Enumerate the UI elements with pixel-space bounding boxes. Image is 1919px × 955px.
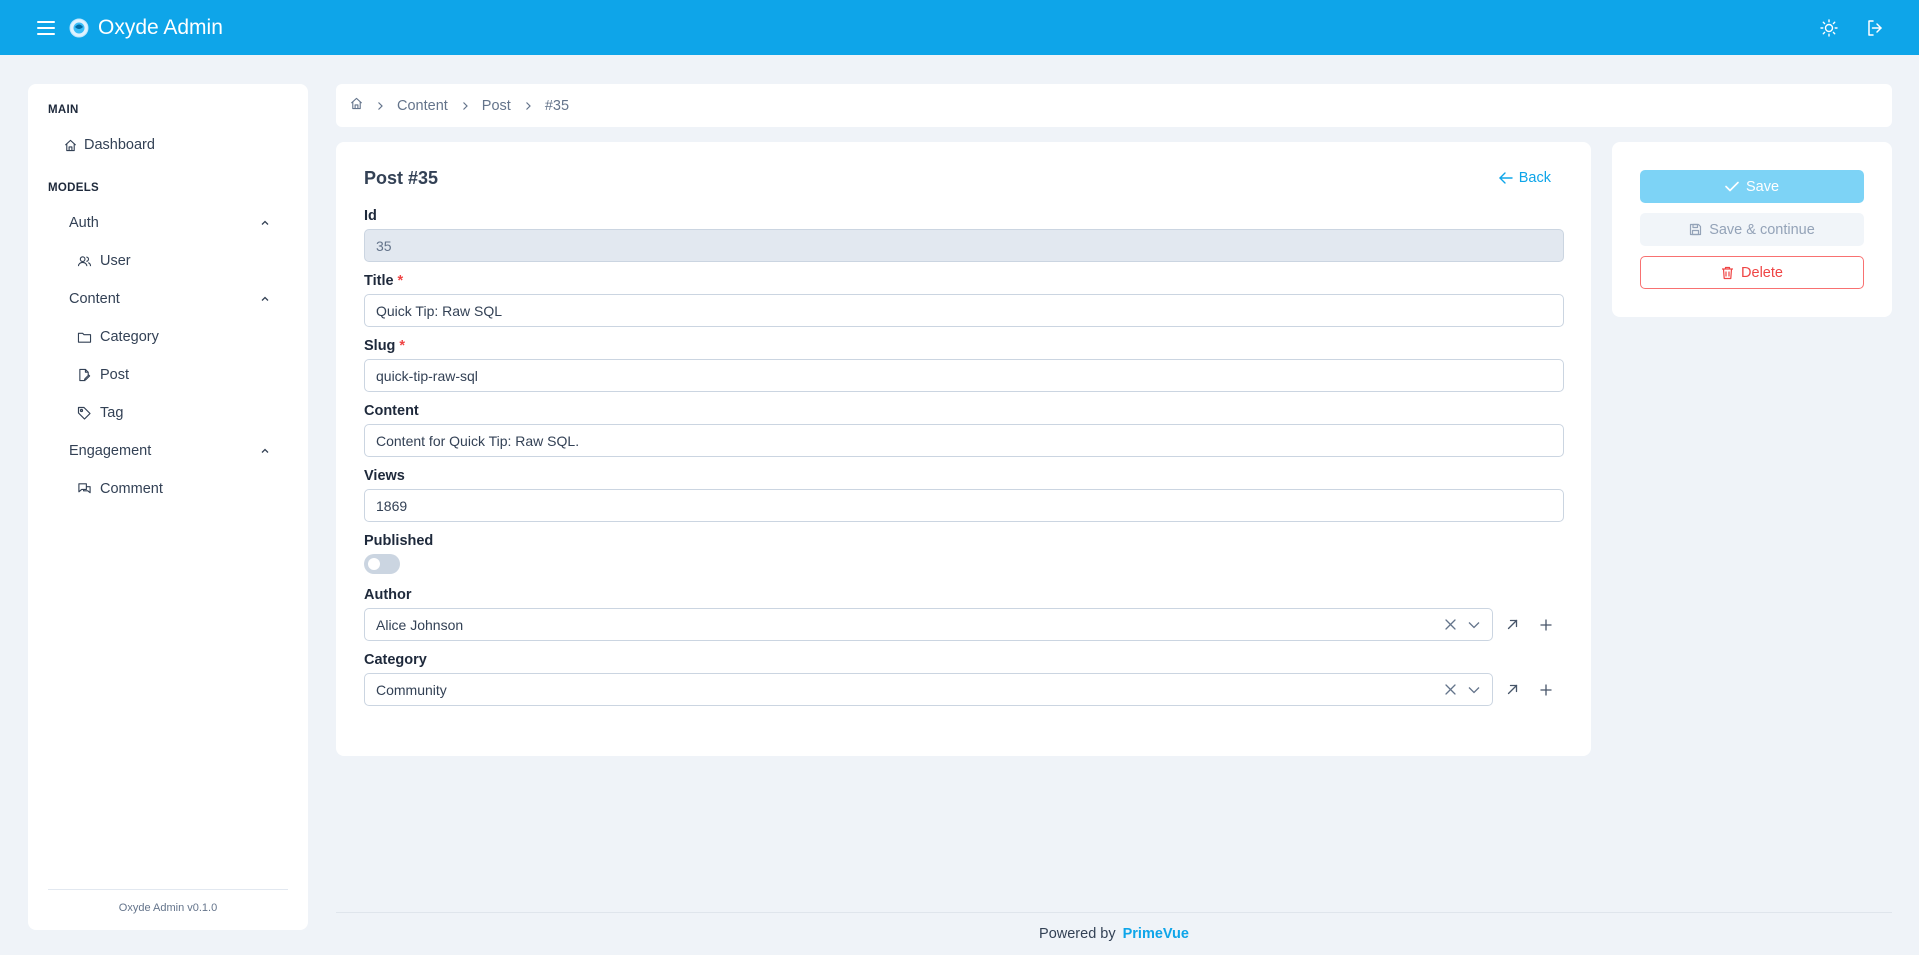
- breadcrumb: Content Post #35: [336, 84, 1892, 127]
- sidebar-group-content[interactable]: Content: [48, 280, 288, 318]
- plus-icon[interactable]: [1529, 608, 1563, 641]
- sidebar-group-auth[interactable]: Auth: [48, 204, 288, 242]
- comments-icon: [76, 481, 92, 497]
- sidebar-item-category[interactable]: Category: [48, 318, 288, 356]
- field-published: Published: [364, 531, 1563, 574]
- title-input[interactable]: [364, 294, 1564, 327]
- sidebar-item-post[interactable]: Post: [48, 356, 288, 394]
- select-value: Alice Johnson: [376, 616, 464, 633]
- author-select[interactable]: Alice Johnson: [364, 608, 1494, 641]
- actions-card: Save Save & continue Delete: [1612, 142, 1892, 317]
- field-label: Views: [364, 468, 405, 484]
- chevron-up-icon: [258, 444, 272, 458]
- sidebar-item-label: Comment: [100, 481, 163, 497]
- field-views: Views: [364, 466, 1564, 522]
- chevron-right-icon: [458, 99, 472, 113]
- app-title: Oxyde Admin: [98, 15, 223, 39]
- page-footer: Powered by PrimeVue: [336, 912, 1892, 955]
- trash-icon: [1721, 266, 1734, 280]
- id-input: [364, 229, 1564, 262]
- field-label: Id: [364, 208, 377, 224]
- published-toggle[interactable]: [364, 554, 400, 574]
- hamburger-icon[interactable]: [28, 10, 64, 46]
- arrow-left-icon: [1499, 172, 1513, 184]
- chevron-right-icon: [373, 99, 387, 113]
- sidebar-footer: Oxyde Admin v0.1.0: [48, 889, 288, 914]
- chevron-right-icon: [521, 99, 535, 113]
- delete-label: Delete: [1741, 264, 1783, 281]
- field-label: Title: [364, 273, 394, 289]
- back-button[interactable]: Back: [1499, 170, 1563, 186]
- field-slug: Slug *: [364, 336, 1564, 392]
- chevron-down-icon[interactable]: [1462, 674, 1486, 705]
- delete-button[interactable]: Delete: [1640, 256, 1864, 289]
- logo-icon: [68, 17, 90, 39]
- folder-icon: [76, 329, 92, 345]
- open-related-icon[interactable]: [1495, 673, 1529, 706]
- home-icon: [62, 137, 78, 153]
- views-input[interactable]: [364, 489, 1564, 522]
- sun-icon[interactable]: [1813, 12, 1845, 44]
- required-mark: *: [397, 273, 404, 289]
- field-label: Category: [364, 652, 427, 668]
- sidebar-item-label: Category: [100, 329, 159, 345]
- footer-brand-link[interactable]: PrimeVue: [1123, 926, 1189, 942]
- field-label: Slug: [364, 338, 396, 354]
- sidebar: MAIN Dashboard MODELS Auth User Content …: [28, 84, 308, 930]
- section-label-main: MAIN: [48, 104, 79, 116]
- clear-icon[interactable]: [1438, 674, 1462, 705]
- field-author: Author Alice Johnson: [364, 585, 1563, 641]
- content-input[interactable]: [364, 424, 1564, 457]
- file-edit-icon: [76, 367, 92, 383]
- tag-icon: [76, 405, 92, 421]
- save-icon: [1689, 223, 1702, 236]
- sidebar-group-engagement[interactable]: Engagement: [48, 432, 288, 470]
- edit-form-card: Post #35 Back Id Title* Slug* Content Vi…: [336, 142, 1591, 756]
- chevron-up-icon: [258, 292, 272, 306]
- chevron-up-icon: [258, 216, 272, 230]
- save-continue-button[interactable]: Save & continue: [1640, 213, 1864, 246]
- topbar: Oxyde Admin: [0, 0, 1919, 55]
- clear-icon[interactable]: [1438, 609, 1462, 640]
- field-category: Category Community: [364, 650, 1563, 706]
- field-label: Published: [364, 533, 434, 549]
- users-icon: [76, 253, 92, 269]
- slug-input[interactable]: [364, 359, 1564, 392]
- sidebar-item-user[interactable]: User: [48, 242, 288, 280]
- sign-out-icon[interactable]: [1859, 12, 1891, 44]
- breadcrumb-item-current: #35: [544, 97, 570, 114]
- form-title: Post #35: [364, 167, 439, 188]
- sidebar-group-label: Engagement: [69, 443, 152, 459]
- chevron-down-icon[interactable]: [1462, 609, 1486, 640]
- save-label: Save: [1745, 178, 1780, 195]
- sidebar-group-label: Auth: [69, 215, 99, 231]
- breadcrumb-item-content[interactable]: Content: [397, 98, 448, 114]
- sidebar-item-dashboard[interactable]: Dashboard: [48, 126, 288, 164]
- sidebar-item-label: User: [100, 253, 131, 269]
- home-icon[interactable]: [350, 97, 363, 114]
- footer-prefix: Powered by: [1039, 926, 1116, 942]
- field-content: Content: [364, 401, 1564, 457]
- required-mark: *: [399, 338, 406, 354]
- save-button[interactable]: Save: [1640, 170, 1864, 203]
- back-label: Back: [1518, 170, 1551, 186]
- field-label: Content: [364, 403, 419, 419]
- sidebar-item-comment[interactable]: Comment: [48, 470, 288, 508]
- sidebar-group-label: Content: [69, 291, 120, 307]
- sidebar-item-label: Tag: [100, 405, 124, 421]
- save-continue-label: Save & continue: [1709, 221, 1815, 238]
- check-icon: [1725, 181, 1739, 192]
- sidebar-item-tag[interactable]: Tag: [48, 394, 288, 432]
- plus-icon[interactable]: [1529, 673, 1563, 706]
- sidebar-item-label: Dashboard: [84, 137, 155, 153]
- section-label-models: MODELS: [48, 182, 99, 194]
- category-select[interactable]: Community: [364, 673, 1494, 706]
- field-id: Id: [364, 206, 1564, 262]
- open-related-icon[interactable]: [1495, 608, 1529, 641]
- field-title: Title *: [364, 271, 1564, 327]
- breadcrumb-item-post[interactable]: Post: [482, 98, 511, 114]
- select-value: Community: [376, 681, 447, 698]
- sidebar-item-label: Post: [100, 367, 130, 383]
- field-label: Author: [364, 587, 412, 603]
